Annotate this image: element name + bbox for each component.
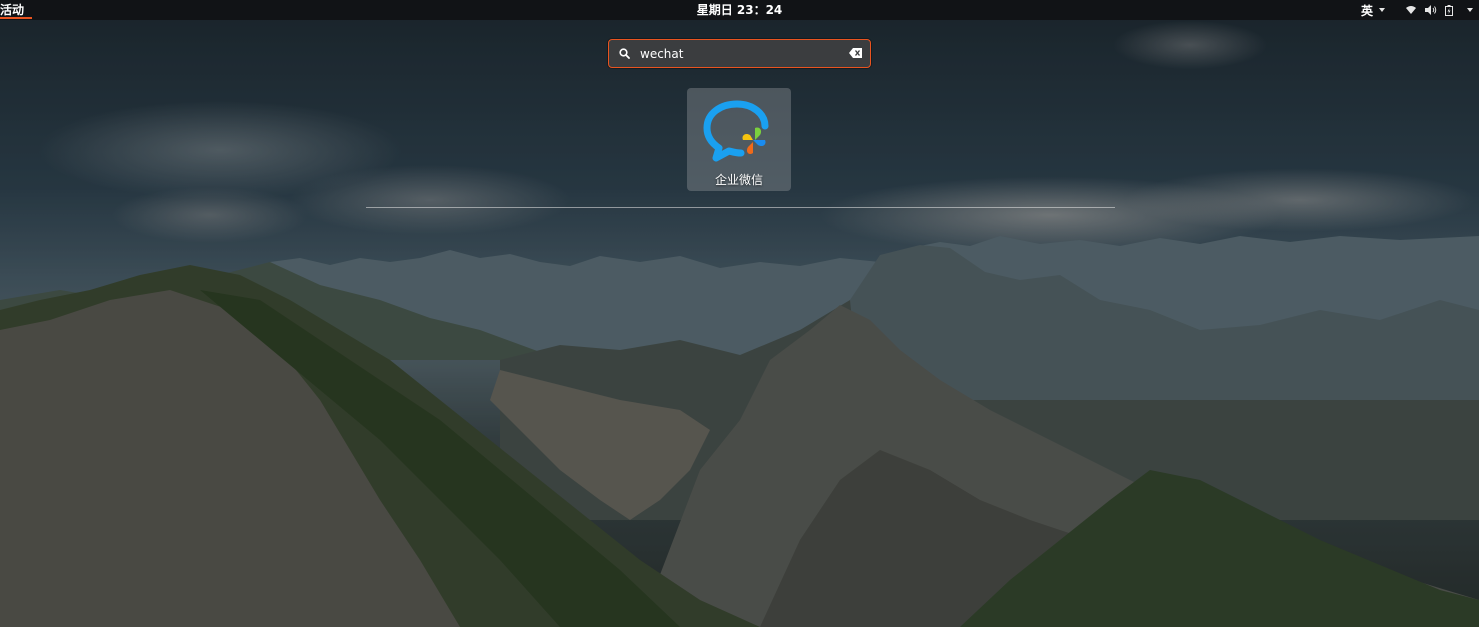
battery-icon (1445, 4, 1453, 16)
clock-area: 星期日 23：24 (0, 0, 1479, 20)
results-separator (366, 207, 1115, 208)
wifi-icon (1406, 6, 1416, 14)
wecom-app-icon (703, 100, 769, 162)
volume-icon (1425, 5, 1437, 15)
activities-active-indicator (0, 17, 32, 19)
search-box[interactable] (608, 39, 871, 68)
app-label: 企业微信 (714, 173, 763, 187)
system-menu-caret-icon (1467, 8, 1473, 12)
clear-text-icon[interactable] (849, 48, 862, 58)
search-result-app-tile[interactable]: 企业微信 (687, 88, 791, 191)
search-icon (619, 48, 630, 59)
input-method-label: 英 (1360, 3, 1373, 18)
clock-button[interactable]: 星期日 23：24 (697, 3, 783, 17)
system-tray: 英 (1355, 0, 1473, 20)
input-method-button[interactable]: 英 (1355, 0, 1391, 20)
search-input[interactable] (640, 44, 840, 64)
desktop-overview: 活动 星期日 23：24 英 wechat 企业微信 (0, 0, 1479, 627)
top-bar: 活动 星期日 23：24 英 (0, 0, 1479, 20)
chevron-down-icon (1379, 8, 1385, 12)
system-menu-button[interactable] (1391, 0, 1473, 20)
